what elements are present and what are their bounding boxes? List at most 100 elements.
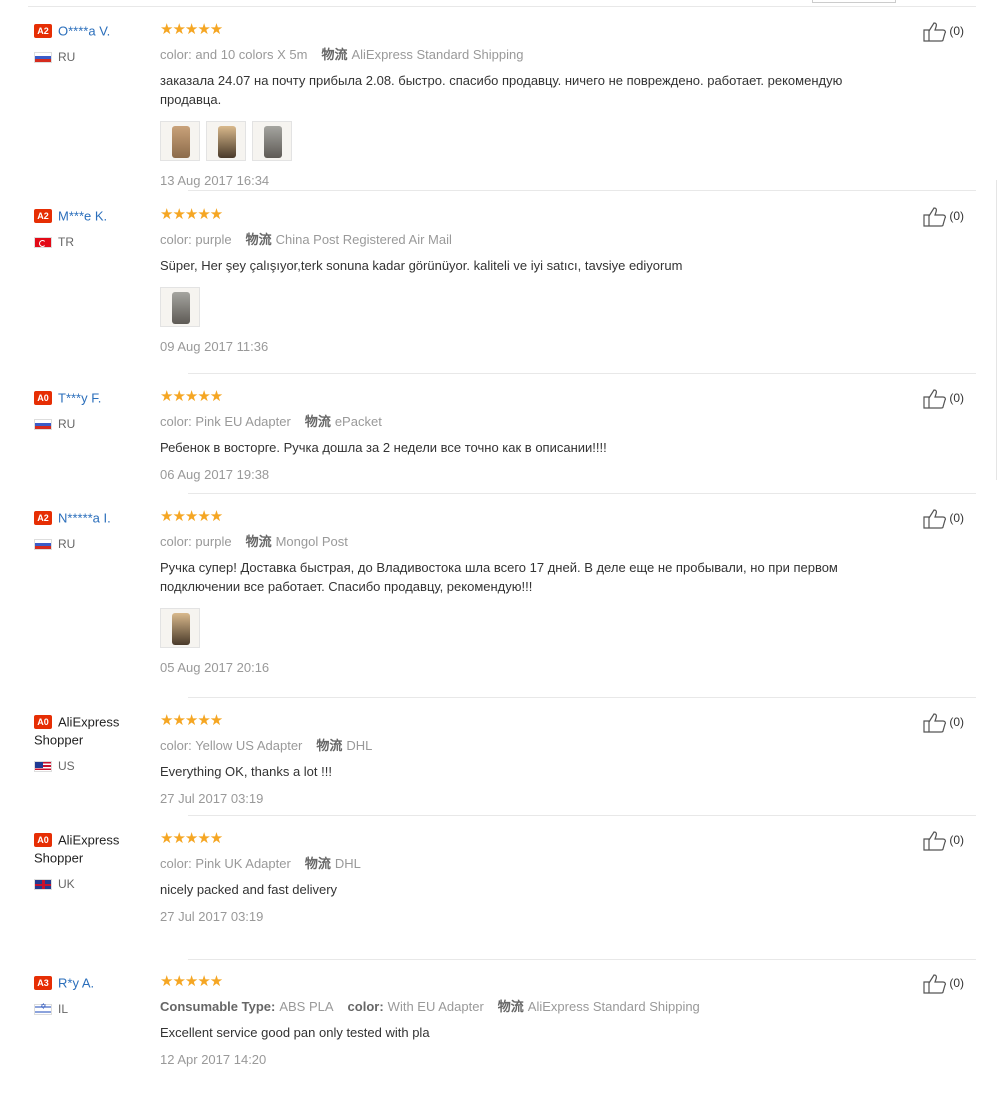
review-photo[interactable]: [252, 121, 292, 161]
review-photo[interactable]: [160, 121, 200, 161]
flag-icon: [34, 237, 52, 249]
review-photo[interactable]: [206, 121, 246, 161]
thumbs-up-icon: [923, 831, 947, 851]
reviewer-info: A0 AliExpress Shopper UK: [34, 831, 154, 891]
rating-stars: ★★★★★: [160, 206, 223, 223]
review-content: ★★★★★ color: Pink EU Adapter 物流 ePacket Ре…: [160, 389, 880, 483]
review-divider: [188, 373, 976, 374]
review-divider: [188, 815, 976, 816]
review-text: Everything OK, thanks a lot !!!: [160, 764, 332, 779]
flag-icon: [34, 52, 52, 64]
review-date: 27 Jul 2017 03:19: [160, 909, 264, 924]
review-photo[interactable]: [160, 608, 200, 648]
helpful-count: (0): [949, 976, 964, 991]
reviewer-country: UK: [34, 877, 154, 891]
level-badge: A0: [34, 832, 52, 847]
rating-stars: ★★★★★: [160, 21, 223, 38]
reviewer-name[interactable]: M***e K.: [58, 208, 107, 223]
review-divider: [188, 493, 976, 494]
review-text: Excellent service good pan only tested w…: [160, 1025, 430, 1040]
review-content: ★★★★★ color: Yellow US Adapter 物流 DHL Ever…: [160, 712, 880, 807]
reviewer-name[interactable]: O****a V.: [58, 23, 110, 38]
review-item: A0 AliExpress Shopper UK ★★★★★ color: Pin…: [28, 831, 976, 961]
review-item: A2 M***e K. TR ★★★★★ color: purple 物流 China…: [28, 207, 976, 375]
reviewer-name[interactable]: R*y A.: [58, 975, 94, 990]
helpful-button[interactable]: (0): [923, 207, 964, 227]
reviewer-info: A3 R*y A. IL: [34, 974, 154, 1016]
review-item: A3 R*y A. IL ★★★★★ Consumable Type:ABS PL…: [28, 973, 976, 1068]
review-meta: color: and 10 colors X 5m 物流 AliExpress St…: [160, 47, 524, 62]
reviewer-info: A0 AliExpress Shopper US: [34, 713, 154, 773]
review-text: заказала 24.07 на почту прибыла 2.08. бы…: [160, 73, 843, 107]
reviewer-name[interactable]: N*****a I.: [58, 510, 111, 525]
helpful-button[interactable]: (0): [923, 713, 964, 733]
review-date: 05 Aug 2017 20:16: [160, 660, 270, 675]
review-date: 12 Apr 2017 14:20: [160, 1052, 267, 1067]
helpful-count: (0): [949, 715, 964, 730]
review-text: Süper, Her şey çalışıyor,terk sonuna kad…: [160, 258, 683, 273]
helpful-button[interactable]: (0): [923, 831, 964, 851]
review-item: A0 AliExpress Shopper US ★★★★★ color: Yel…: [28, 713, 976, 817]
helpful-button[interactable]: (0): [923, 389, 964, 409]
review-date: 06 Aug 2017 19:38: [160, 467, 270, 482]
top-divider: [28, 6, 976, 7]
review-divider: [188, 697, 976, 698]
level-badge: A0: [34, 714, 52, 729]
reviewer-country: RU: [34, 50, 154, 64]
review-meta: color: Yellow US Adapter 物流 DHL: [160, 738, 373, 753]
thumbs-up-icon: [923, 389, 947, 409]
rating-stars: ★★★★★: [160, 508, 223, 525]
flag-icon: [34, 761, 52, 773]
review-meta: color: purple 物流 Mongol Post: [160, 534, 348, 549]
review-date: 09 Aug 2017 11:36: [160, 339, 269, 354]
thumbs-up-icon: [923, 974, 947, 994]
helpful-count: (0): [949, 24, 964, 39]
review-meta: Consumable Type: ABS PLA color: With EU Ada…: [160, 999, 700, 1014]
level-badge: A2: [34, 23, 52, 38]
review-divider: [188, 959, 976, 960]
helpful-button[interactable]: (0): [923, 974, 964, 994]
reviewer-info: A2 M***e K. TR: [34, 207, 154, 249]
helpful-count: (0): [949, 511, 964, 526]
level-badge: A2: [34, 510, 52, 525]
review-content: ★★★★★ color: purple 物流 Mongol Post Ручка с…: [160, 509, 880, 675]
reviewer-info: A0 T***y F. RU: [34, 389, 154, 431]
review-date: 13 Aug 2017 16:34: [160, 173, 270, 188]
review-item: A0 T***y F. RU ★★★★★ color: Pink EU Adapt…: [28, 389, 976, 495]
level-badge: A3: [34, 975, 52, 990]
review-divider: [188, 190, 976, 191]
thumbs-up-icon: [923, 207, 947, 227]
helpful-count: (0): [949, 833, 964, 848]
review-meta: color: Pink UK Adapter 物流 DHL: [160, 856, 361, 871]
thumbs-up-icon: [923, 22, 947, 42]
review-text: Ручка супер! Доставка быстрая, до Владив…: [160, 560, 838, 594]
reviewer-country: US: [34, 759, 154, 773]
flag-icon: [34, 539, 52, 551]
top-control-edge[interactable]: [812, 0, 896, 3]
reviewer-info: A2 N*****a I. RU: [34, 509, 154, 551]
thumbs-up-icon: [923, 509, 947, 529]
rating-stars: ★★★★★: [160, 712, 223, 729]
level-badge: A2: [34, 208, 52, 223]
thumbs-up-icon: [923, 713, 947, 733]
helpful-button[interactable]: (0): [923, 509, 964, 529]
review-item: A2 N*****a I. RU ★★★★★ color: purple 物流 Mon…: [28, 509, 976, 699]
review-meta: color: Pink EU Adapter 物流 ePacket: [160, 414, 382, 429]
reviewer-country: RU: [34, 537, 154, 551]
review-content: ★★★★★ Consumable Type: ABS PLA color: With …: [160, 973, 880, 1068]
flag-icon: [34, 879, 52, 891]
review-photos: [160, 287, 880, 329]
review-date: 27 Jul 2017 03:19: [160, 791, 264, 806]
review-content: ★★★★★ color: Pink UK Adapter 物流 DHL nicely…: [160, 831, 880, 925]
review-item: A2 O****a V. RU ★★★★★ color: and 10 color…: [28, 22, 976, 192]
review-photos: [160, 608, 880, 650]
helpful-count: (0): [949, 391, 964, 406]
rating-stars: ★★★★★: [160, 973, 223, 990]
review-photo[interactable]: [160, 287, 200, 327]
reviewer-country: RU: [34, 417, 154, 431]
reviewer-name[interactable]: T***y F.: [58, 390, 101, 405]
reviewer-country: TR: [34, 235, 154, 249]
flag-icon: [34, 419, 52, 431]
scrollbar[interactable]: [996, 180, 1000, 480]
helpful-button[interactable]: (0): [923, 22, 964, 42]
